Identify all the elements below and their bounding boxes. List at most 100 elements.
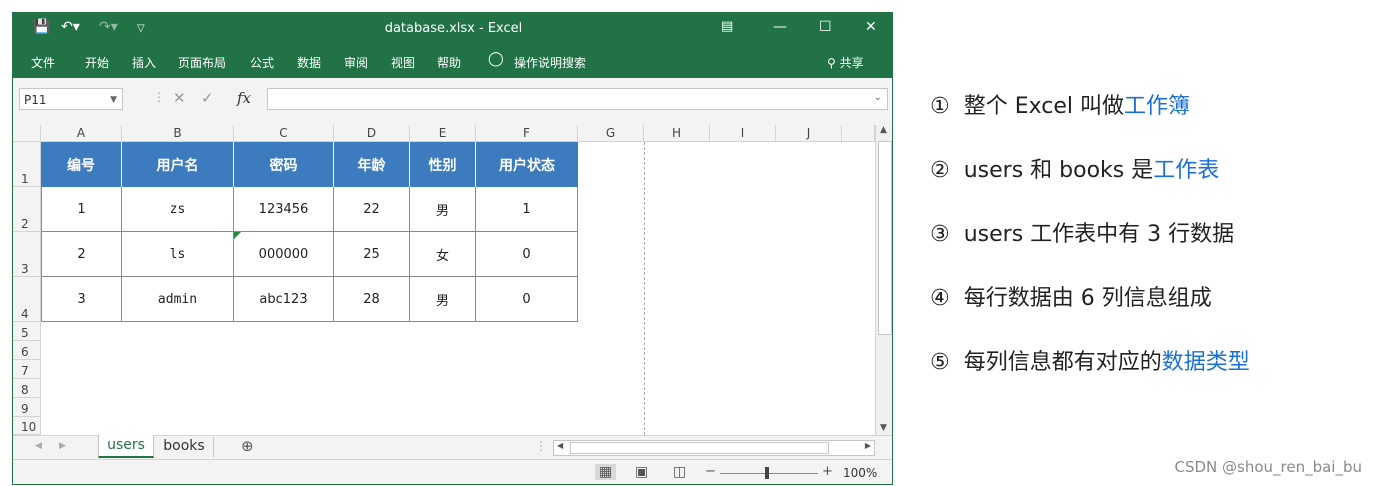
- tab-view[interactable]: 视图: [391, 54, 415, 71]
- zoom-slider-track[interactable]: [720, 473, 818, 474]
- add-sheet-icon[interactable]: ⊕: [241, 437, 254, 455]
- prev-sheet-icon[interactable]: ◀: [35, 441, 42, 451]
- minimize-icon[interactable]: —: [773, 19, 787, 35]
- header-cell[interactable]: 密码: [234, 142, 334, 187]
- close-icon[interactable]: ✕: [865, 19, 877, 35]
- table-cell[interactable]: 1: [476, 187, 578, 232]
- tab-insert[interactable]: 插入: [132, 54, 156, 71]
- table-cell[interactable]: 2: [41, 232, 122, 277]
- scroll-right-icon[interactable]: ▶: [865, 441, 871, 450]
- column-header[interactable]: C: [234, 125, 334, 142]
- zoom-in-icon[interactable]: +: [822, 464, 833, 479]
- row-header[interactable]: 5: [13, 322, 41, 341]
- table-cell[interactable]: 28: [334, 277, 410, 322]
- row-header[interactable]: 1: [13, 142, 41, 187]
- zoom-level[interactable]: 100%: [843, 466, 877, 480]
- insert-function-button[interactable]: fx: [237, 89, 251, 107]
- normal-view-icon[interactable]: ▦: [595, 464, 617, 480]
- note-item: ⑤ 每列信息都有对应的数据类型: [930, 344, 1370, 408]
- splitter-dots-icon[interactable]: ⋮: [535, 439, 547, 453]
- tell-me-search[interactable]: 操作说明搜索: [514, 54, 586, 71]
- vertical-scrollbar[interactable]: ▲ ▼: [875, 125, 892, 435]
- row-header[interactable]: 3: [13, 232, 41, 277]
- note-item: ③ users 工作表中有 3 行数据: [930, 216, 1370, 280]
- table-cell[interactable]: ls: [122, 232, 234, 277]
- status-bar: ▦ ▣ ◫ − + 100%: [13, 459, 892, 484]
- header-cell[interactable]: 编号: [41, 142, 122, 187]
- table-cell[interactable]: zs: [122, 187, 234, 232]
- sheet-tab-books[interactable]: books: [155, 437, 214, 457]
- row-header[interactable]: 4: [13, 277, 41, 322]
- tab-formulas[interactable]: 公式: [250, 54, 274, 71]
- worksheet-grid[interactable]: A B C D E F G H I J 1 2 3 4 5 6 7 8 9 10…: [13, 125, 875, 435]
- table-cell[interactable]: 3: [41, 277, 122, 322]
- tab-home[interactable]: 开始: [85, 54, 109, 71]
- row-header[interactable]: 7: [13, 360, 41, 379]
- tab-help[interactable]: 帮助: [437, 54, 461, 71]
- page-break-line: [644, 142, 645, 435]
- sheet-tab-users[interactable]: users: [98, 435, 154, 458]
- notes-list: ① 整个 Excel 叫做工作簿 ② users 和 books 是工作表 ③ …: [930, 88, 1370, 408]
- ribbon-display-icon[interactable]: ▤: [721, 19, 733, 34]
- table-cell[interactable]: 123456: [234, 187, 334, 232]
- cancel-icon[interactable]: ✕: [173, 89, 186, 107]
- note-item: ② users 和 books 是工作表: [930, 152, 1370, 216]
- tab-data[interactable]: 数据: [297, 54, 321, 71]
- row-header[interactable]: 9: [13, 398, 41, 417]
- share-button[interactable]: ⚲ 共享: [827, 54, 864, 71]
- column-header[interactable]: I: [710, 125, 776, 142]
- table-cell[interactable]: abc123: [234, 277, 334, 322]
- header-cell[interactable]: 用户状态: [476, 142, 578, 187]
- column-header[interactable]: D: [334, 125, 410, 142]
- column-header[interactable]: G: [578, 125, 644, 142]
- window-title: database.xlsx - Excel: [384, 21, 523, 36]
- row-header[interactable]: 8: [13, 379, 41, 398]
- zoom-out-icon[interactable]: −: [705, 464, 716, 479]
- column-header-partial[interactable]: [842, 125, 875, 142]
- name-box[interactable]: P11 ▼: [19, 88, 123, 110]
- horizontal-scrollbar[interactable]: ◀ ▶: [553, 440, 875, 456]
- table-cell[interactable]: 000000: [234, 232, 334, 277]
- table-cell[interactable]: 1: [41, 187, 122, 232]
- person-icon: ⚲: [827, 56, 836, 70]
- column-header[interactable]: A: [41, 125, 122, 142]
- next-sheet-icon[interactable]: ▶: [59, 441, 66, 451]
- tab-review[interactable]: 审阅: [344, 54, 368, 71]
- zoom-slider-thumb[interactable]: [765, 467, 769, 479]
- column-header[interactable]: E: [410, 125, 476, 142]
- column-header[interactable]: B: [122, 125, 234, 142]
- tab-page-layout[interactable]: 页面布局: [178, 54, 226, 71]
- scroll-left-icon[interactable]: ◀: [557, 441, 563, 450]
- maximize-icon[interactable]: ☐: [819, 19, 832, 35]
- column-header[interactable]: F: [476, 125, 578, 142]
- table-cell[interactable]: 22: [334, 187, 410, 232]
- scroll-down-icon[interactable]: ▼: [880, 423, 887, 433]
- scroll-up-icon[interactable]: ▲: [880, 125, 887, 135]
- name-box-value: P11: [24, 93, 47, 107]
- table-cell[interactable]: 女: [410, 232, 476, 277]
- table-cell[interactable]: 男: [410, 277, 476, 322]
- page-layout-view-icon[interactable]: ▣: [635, 464, 648, 480]
- header-cell[interactable]: 用户名: [122, 142, 234, 187]
- table-cell[interactable]: 男: [410, 187, 476, 232]
- expand-formula-icon[interactable]: ⌄: [874, 92, 882, 103]
- scroll-thumb[interactable]: [878, 141, 892, 335]
- page-break-view-icon[interactable]: ◫: [673, 464, 686, 480]
- table-cell[interactable]: 25: [334, 232, 410, 277]
- row-header[interactable]: 2: [13, 187, 41, 232]
- chevron-down-icon[interactable]: ▼: [110, 89, 117, 111]
- row-header[interactable]: 10: [13, 417, 41, 435]
- column-header[interactable]: J: [776, 125, 842, 142]
- select-all-corner[interactable]: [13, 125, 41, 142]
- table-cell[interactable]: admin: [122, 277, 234, 322]
- tab-file[interactable]: 文件: [31, 54, 55, 71]
- column-header[interactable]: H: [644, 125, 710, 142]
- hscroll-thumb[interactable]: [570, 442, 829, 454]
- enter-check-icon[interactable]: ✓: [201, 89, 214, 107]
- table-cell[interactable]: 0: [476, 277, 578, 322]
- formula-input[interactable]: ⌄: [267, 88, 888, 110]
- header-cell[interactable]: 性别: [410, 142, 476, 187]
- header-cell[interactable]: 年龄: [334, 142, 410, 187]
- row-header[interactable]: 6: [13, 341, 41, 360]
- table-cell[interactable]: 0: [476, 232, 578, 277]
